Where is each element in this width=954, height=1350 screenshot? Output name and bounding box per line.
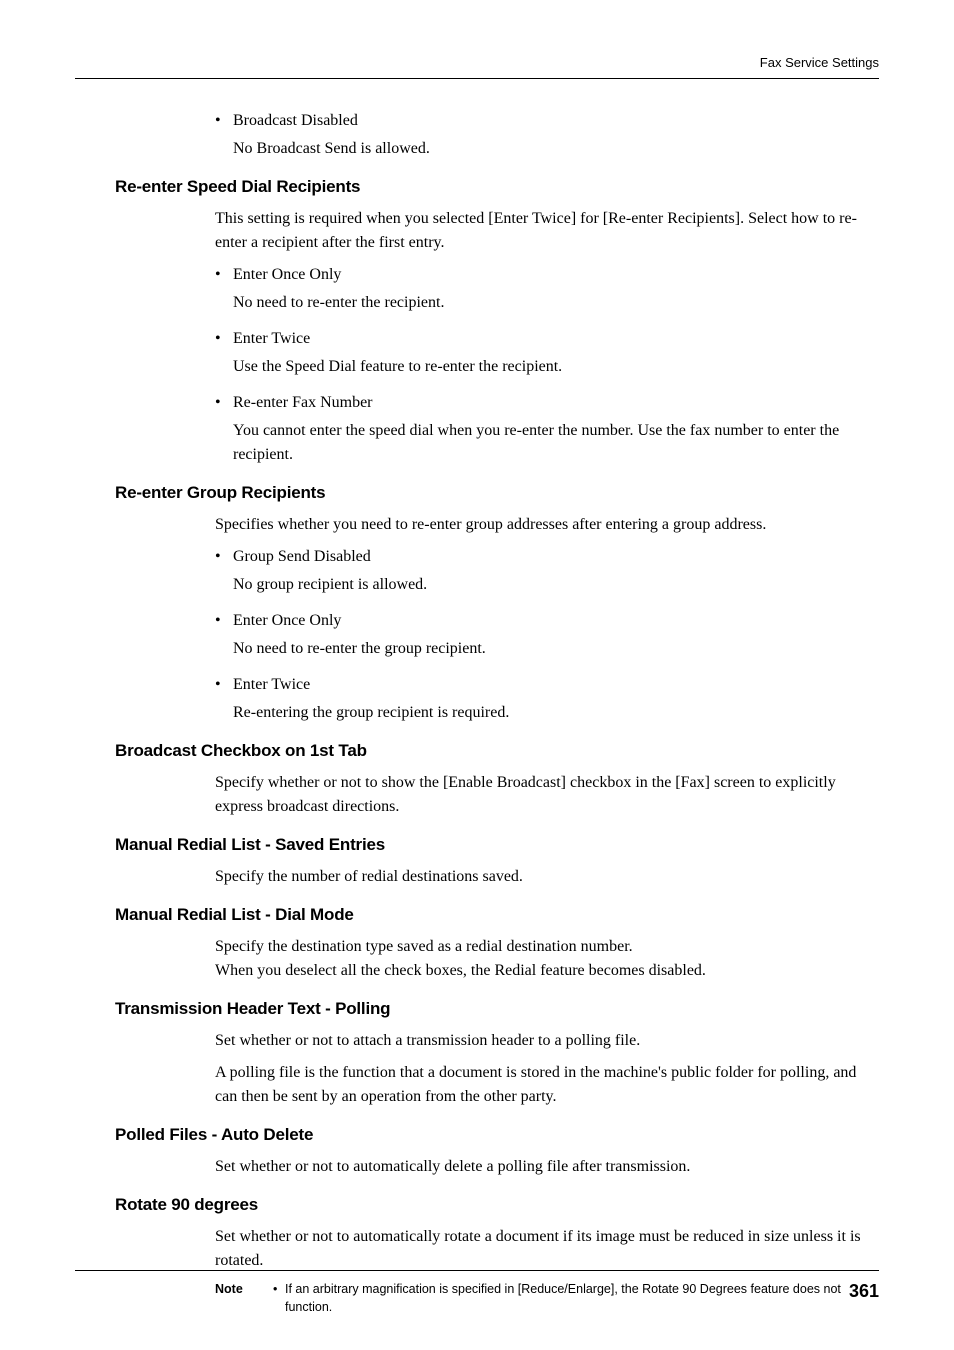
bullet-desc: No need to re-enter the recipient. xyxy=(115,291,879,315)
bullet-desc: Use the Speed Dial feature to re-enter t… xyxy=(115,355,879,379)
section-intro: Specifies whether you need to re-enter g… xyxy=(115,513,879,537)
section-intro: Set whether or not to attach a transmiss… xyxy=(115,1029,879,1053)
section-intro: Specify the destination type saved as a … xyxy=(115,935,879,983)
bullet-icon: • xyxy=(215,391,233,415)
bullet-desc: You cannot enter the speed dial when you… xyxy=(115,419,879,467)
bullet-desc: No need to re-enter the group recipient. xyxy=(115,637,879,661)
bullet-label: Enter Once Only xyxy=(233,609,341,633)
section-heading: Broadcast Checkbox on 1st Tab xyxy=(115,741,879,761)
bullet-item: • Enter Twice xyxy=(115,327,879,351)
bullet-label: Enter Twice xyxy=(233,327,310,351)
header-section-title: Fax Service Settings xyxy=(760,55,879,70)
section-heading: Re-enter Speed Dial Recipients xyxy=(115,177,879,197)
intro-bullet-label: Broadcast Disabled xyxy=(233,109,358,133)
bullet-label: Enter Once Only xyxy=(233,263,341,287)
intro-bullet-desc: No Broadcast Send is allowed. xyxy=(115,137,879,161)
page-number: 361 xyxy=(849,1281,879,1301)
bullet-item: • Enter Once Only xyxy=(115,263,879,287)
section-intro-2: A polling file is the function that a do… xyxy=(115,1061,879,1109)
page-content: • Broadcast Disabled No Broadcast Send i… xyxy=(75,109,879,1316)
bullet-desc: Re-entering the group recipient is requi… xyxy=(115,701,879,725)
section-heading: Polled Files - Auto Delete xyxy=(115,1125,879,1145)
bullet-item: • Enter Twice xyxy=(115,673,879,697)
section-heading: Transmission Header Text - Polling xyxy=(115,999,879,1019)
bullet-item: • Enter Once Only xyxy=(115,609,879,633)
section-intro: Specify the number of redial destination… xyxy=(115,865,879,889)
bullet-icon: • xyxy=(215,545,233,569)
bullet-desc: No group recipient is allowed. xyxy=(115,573,879,597)
page-footer: 361 xyxy=(75,1270,879,1302)
bullet-icon: • xyxy=(215,263,233,287)
bullet-item: • Re-enter Fax Number xyxy=(115,391,879,415)
section-intro: This setting is required when you select… xyxy=(115,207,879,255)
bullet-icon: • xyxy=(215,109,233,133)
section-heading: Re-enter Group Recipients xyxy=(115,483,879,503)
bullet-label: Re-enter Fax Number xyxy=(233,391,373,415)
bullet-icon: • xyxy=(215,327,233,351)
section-intro: Set whether or not to automatically dele… xyxy=(115,1155,879,1179)
section-intro: Set whether or not to automatically rota… xyxy=(115,1225,879,1273)
section-heading: Rotate 90 degrees xyxy=(115,1195,879,1215)
section-intro: Specify whether or not to show the [Enab… xyxy=(115,771,879,819)
bullet-icon: • xyxy=(215,673,233,697)
bullet-item: • Group Send Disabled xyxy=(115,545,879,569)
section-heading: Manual Redial List - Dial Mode xyxy=(115,905,879,925)
page-header: Fax Service Settings xyxy=(75,55,879,79)
bullet-label: Group Send Disabled xyxy=(233,545,371,569)
intro-bullet: • Broadcast Disabled xyxy=(115,109,879,133)
bullet-label: Enter Twice xyxy=(233,673,310,697)
section-heading: Manual Redial List - Saved Entries xyxy=(115,835,879,855)
bullet-icon: • xyxy=(215,609,233,633)
